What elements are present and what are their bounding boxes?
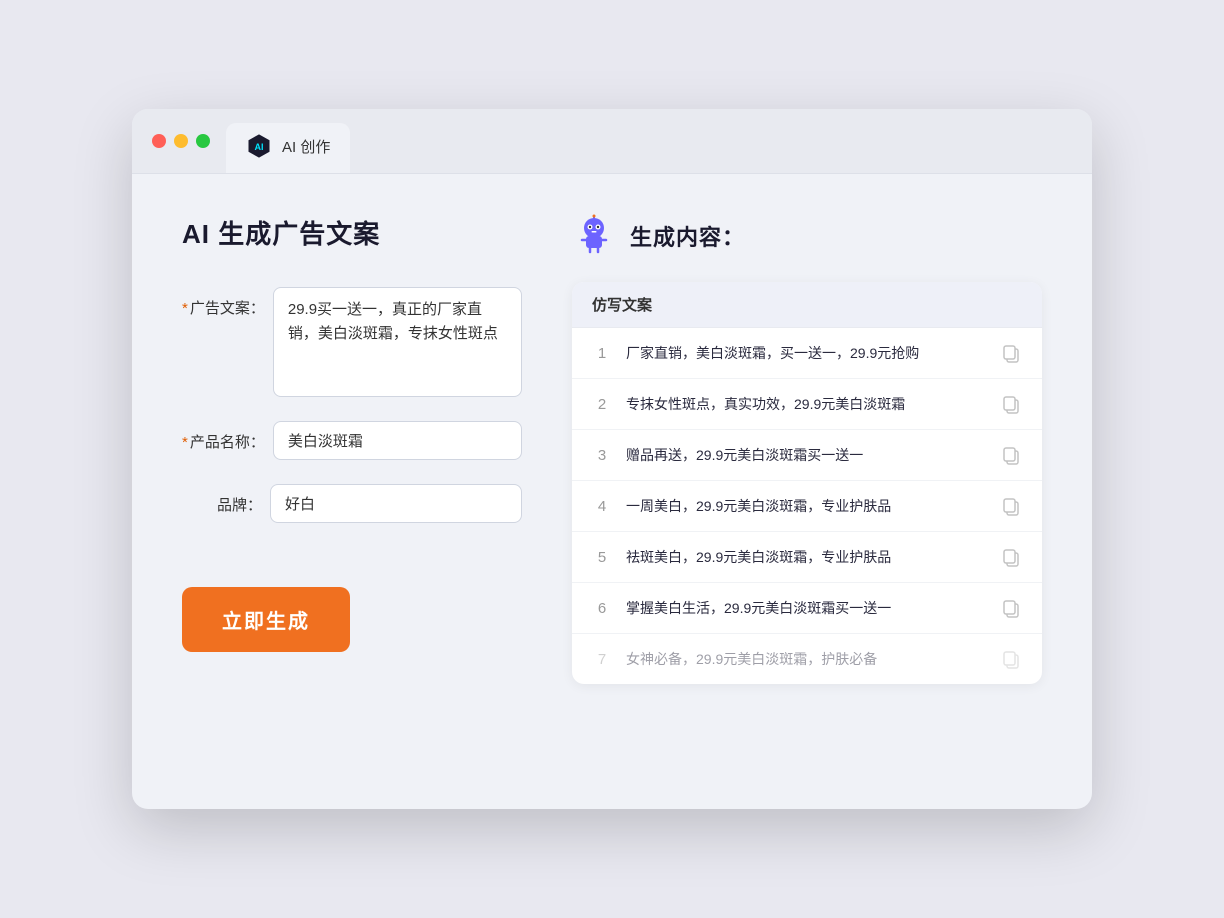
svg-text:AI: AI <box>255 142 264 152</box>
brand-row: 品牌： <box>182 484 522 523</box>
row-num-3: 3 <box>592 447 612 464</box>
copy-icon-1[interactable] <box>1000 342 1022 364</box>
row-num-5: 5 <box>592 549 612 566</box>
copy-icon-7[interactable] <box>1000 648 1022 670</box>
right-header: 生成内容： <box>572 214 1042 258</box>
ad-copy-label: *广告文案： <box>182 287 265 318</box>
result-row: 1 厂家直销，美白淡斑霜，买一送一，29.9元抢购 <box>572 328 1042 379</box>
row-text-6: 掌握美白生活，29.9元美白淡斑霜买一送一 <box>626 598 986 619</box>
generate-button[interactable]: 立即生成 <box>182 587 350 652</box>
product-name-input[interactable] <box>273 421 522 460</box>
robot-icon <box>572 214 616 258</box>
required-star-2: * <box>182 434 188 451</box>
traffic-lights <box>152 134 210 162</box>
ai-tab[interactable]: AI AI 创作 <box>226 123 350 173</box>
row-num-7: 7 <box>592 651 612 668</box>
brand-label: 品牌： <box>182 484 262 515</box>
tab-label: AI 创作 <box>282 136 330 157</box>
result-row: 6 掌握美白生活，29.9元美白淡斑霜买一送一 <box>572 583 1042 634</box>
maximize-button[interactable] <box>196 134 210 148</box>
close-button[interactable] <box>152 134 166 148</box>
brand-input[interactable] <box>270 484 522 523</box>
table-header: 仿写文案 <box>572 282 1042 328</box>
row-text-4: 一周美白，29.9元美白淡斑霜，专业护肤品 <box>626 496 986 517</box>
results-table: 仿写文案 1 厂家直销，美白淡斑霜，买一送一，29.9元抢购 2 专抹女性斑点，… <box>572 282 1042 684</box>
required-star-1: * <box>182 300 188 317</box>
copy-icon-2[interactable] <box>1000 393 1022 415</box>
browser-window: AI AI 创作 AI 生成广告文案 *广告文案： 29.9买一送一，真正的厂家… <box>132 109 1092 809</box>
result-row: 2 专抹女性斑点，真实功效，29.9元美白淡斑霜 <box>572 379 1042 430</box>
copy-icon-5[interactable] <box>1000 546 1022 568</box>
content-area: AI 生成广告文案 *广告文案： 29.9买一送一，真正的厂家直销，美白淡斑霜，… <box>132 174 1092 724</box>
row-text-3: 赠品再送，29.9元美白淡斑霜买一送一 <box>626 445 986 466</box>
product-name-row: *产品名称： <box>182 421 522 460</box>
row-num-6: 6 <box>592 600 612 617</box>
copy-icon-6[interactable] <box>1000 597 1022 619</box>
ai-tab-icon: AI <box>246 133 272 159</box>
row-text-1: 厂家直销，美白淡斑霜，买一送一，29.9元抢购 <box>626 343 986 364</box>
row-text-2: 专抹女性斑点，真实功效，29.9元美白淡斑霜 <box>626 394 986 415</box>
row-num-4: 4 <box>592 498 612 515</box>
minimize-button[interactable] <box>174 134 188 148</box>
row-text-7: 女神必备，29.9元美白淡斑霜，护肤必备 <box>626 649 986 670</box>
result-row: 4 一周美白，29.9元美白淡斑霜，专业护肤品 <box>572 481 1042 532</box>
copy-icon-4[interactable] <box>1000 495 1022 517</box>
title-bar: AI AI 创作 <box>132 109 1092 174</box>
result-row-faded: 7 女神必备，29.9元美白淡斑霜，护肤必备 <box>572 634 1042 684</box>
row-num-1: 1 <box>592 345 612 362</box>
result-row: 3 赠品再送，29.9元美白淡斑霜买一送一 <box>572 430 1042 481</box>
row-num-2: 2 <box>592 396 612 413</box>
result-row: 5 祛斑美白，29.9元美白淡斑霜，专业护肤品 <box>572 532 1042 583</box>
left-panel: AI 生成广告文案 *广告文案： 29.9买一送一，真正的厂家直销，美白淡斑霜，… <box>182 214 522 684</box>
right-title: 生成内容： <box>630 220 745 252</box>
ad-copy-input[interactable]: 29.9买一送一，真正的厂家直销，美白淡斑霜，专抹女性斑点 <box>273 287 522 397</box>
right-panel: 生成内容： 仿写文案 1 厂家直销，美白淡斑霜，买一送一，29.9元抢购 2 专… <box>572 214 1042 684</box>
product-name-label: *产品名称： <box>182 421 265 452</box>
page-title: AI 生成广告文案 <box>182 214 522 251</box>
row-text-5: 祛斑美白，29.9元美白淡斑霜，专业护肤品 <box>626 547 986 568</box>
ad-copy-row: *广告文案： 29.9买一送一，真正的厂家直销，美白淡斑霜，专抹女性斑点 <box>182 287 522 397</box>
copy-icon-3[interactable] <box>1000 444 1022 466</box>
